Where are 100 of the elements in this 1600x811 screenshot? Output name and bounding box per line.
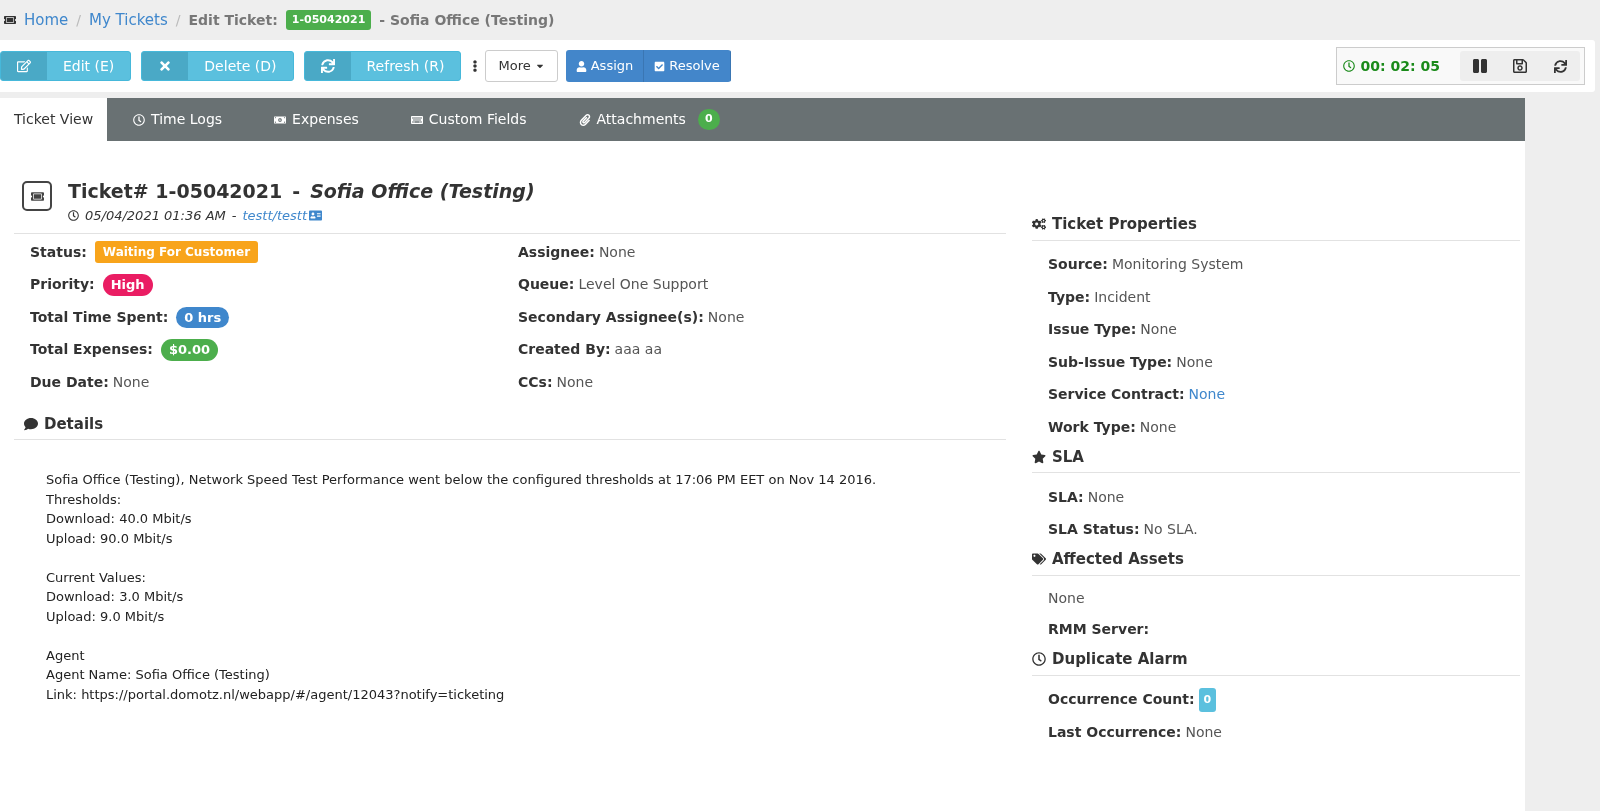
ticket-icon <box>4 14 16 26</box>
field-value: None <box>707 307 745 327</box>
star-icon <box>1032 449 1046 464</box>
ticket-title: Ticket# 1-05042021 <box>68 179 283 204</box>
field-label: Queue: <box>518 275 575 295</box>
property-value: None <box>1087 487 1125 507</box>
ticket-icon <box>22 181 52 211</box>
refresh-icon <box>1553 59 1567 73</box>
title-separator: - <box>292 179 301 204</box>
count-badge: 0 <box>697 109 720 130</box>
field-label: Secondary Assignee(s): <box>518 307 704 327</box>
contact-card-icon[interactable] <box>309 208 322 222</box>
tab[interactable]: Expenses <box>248 98 385 141</box>
detail-line: Upload: 9.0 Mbit/s <box>46 607 165 626</box>
property-label: Sub-Issue Type: <box>1048 352 1173 372</box>
property-value: None <box>1185 722 1222 742</box>
toolbar-button[interactable]: Refresh (R) <box>303 51 462 81</box>
breadcrumb-separator: / <box>175 10 181 30</box>
field-value: None <box>598 242 636 262</box>
user-icon <box>575 60 587 72</box>
detail-line: Upload: 90.0 Mbit/s <box>46 529 173 548</box>
property-value: Incident <box>1094 287 1151 307</box>
close-icon <box>158 59 173 73</box>
clock-icon <box>1032 652 1046 667</box>
property-value: Monitoring System <box>1111 255 1244 275</box>
property-label: Type: <box>1048 287 1091 307</box>
tab[interactable]: Custom Fields <box>384 98 553 141</box>
section-title: Ticket Properties <box>1052 214 1197 235</box>
section-title: Affected Assets <box>1052 549 1184 570</box>
field-value: aaa aa <box>614 340 662 360</box>
more-dropdown-button[interactable]: More <box>485 50 558 82</box>
breadcrumb-link[interactable]: My Tickets <box>89 8 168 32</box>
property-label: SLA: <box>1048 487 1084 507</box>
property-label: Last Occurrence: <box>1048 722 1182 742</box>
date-separator: - <box>231 206 237 225</box>
banknote-icon <box>274 113 287 126</box>
field-value: Level One Support <box>578 275 709 295</box>
property-value: None <box>1176 352 1213 372</box>
property-value: None <box>1139 417 1177 437</box>
section-title: Details <box>44 413 104 435</box>
property-label: RMM Server: <box>1048 620 1150 640</box>
detail-line: Thresholds: <box>46 490 122 509</box>
breadcrumb-ticket-title: - Sofia Office (Testing) <box>379 10 555 30</box>
pause-icon <box>1472 58 1488 74</box>
detail-line: Link: https://portal.domotz.nl/webapp/#/agent/12043?notify=ticketing <box>46 685 505 704</box>
property-label: Work Type: <box>1048 417 1136 437</box>
property-label: SLA Status: <box>1048 520 1140 540</box>
value-badge: High <box>102 274 153 296</box>
field-value: None <box>112 372 150 392</box>
section-title: Duplicate Alarm <box>1052 649 1188 670</box>
tab[interactable]: Attachments 0 <box>552 98 746 141</box>
detail-line: Agent <box>46 646 85 665</box>
action-button[interactable]: Assign <box>565 50 645 82</box>
breadcrumb-separator: / <box>76 10 81 30</box>
field-label: CCs: <box>518 372 553 392</box>
property-label: Occurrence Count: <box>1048 690 1195 710</box>
ticket-number-badge: 1-05042021 <box>285 9 372 31</box>
toolbar-button[interactable]: Edit (E) <box>0 51 132 81</box>
detail-line: Download: 40.0 Mbit/s <box>46 510 192 528</box>
section-title: SLA <box>1052 446 1084 468</box>
detail-line: Sofia Office (Testing), Network Speed Test Performance went below the configured thresholds at 17:06 PM EET on Nov 14 2016. <box>46 471 877 489</box>
status-badge: Waiting For Customer <box>94 241 259 264</box>
breadcrumb-current: Edit Ticket: <box>188 10 278 30</box>
ticket-subject: Sofia Office (Testing) <box>310 179 535 204</box>
field-label: Status: <box>30 242 87 262</box>
comment-icon <box>24 416 38 431</box>
clock-icon <box>1342 60 1355 72</box>
detail-line: Agent Name: Sofia Office (Testing) <box>46 666 270 684</box>
property-label: Service Contract: <box>1048 385 1185 405</box>
ticket-date: 05/04/2021 01:36 AM <box>85 206 226 225</box>
keyboard-icon <box>410 113 423 126</box>
clock-icon <box>68 209 79 221</box>
field-label: Total Time Spent: <box>30 307 169 327</box>
tab[interactable]: Time Logs <box>107 98 249 141</box>
field-label: Priority: <box>30 275 95 295</box>
tags-icon <box>1032 552 1046 567</box>
value-badge: 0 hrs <box>176 306 230 328</box>
paperclip-icon <box>578 113 591 126</box>
detail-line: Download: 3.0 Mbit/s <box>46 588 184 606</box>
field-label: Created By: <box>518 340 611 360</box>
property-value: None <box>1140 320 1177 340</box>
timer-display: 00: 02: 05 <box>1360 56 1440 76</box>
toolbar-button[interactable]: Delete (D) <box>141 51 294 81</box>
field-label: Due Date: <box>30 372 109 392</box>
checkbox-icon <box>654 60 666 72</box>
value-badge: $0.00 <box>160 339 219 361</box>
save-icon <box>1512 58 1528 74</box>
action-button[interactable]: Resolve <box>644 50 731 82</box>
gears-icon <box>1032 217 1046 232</box>
asset-value: None <box>1048 589 1085 608</box>
tab[interactable]: Ticket View <box>0 98 108 141</box>
field-label: Assignee: <box>518 242 595 262</box>
property-value: No SLA. <box>1143 520 1198 540</box>
count-badge: 0 <box>1198 687 1217 712</box>
property-label: Issue Type: <box>1048 320 1137 340</box>
clock-icon <box>133 113 146 126</box>
author-link[interactable]: testt/testt <box>242 205 307 225</box>
breadcrumb-link[interactable]: Home <box>24 8 69 32</box>
service-contract-link[interactable]: None <box>1188 384 1226 406</box>
detail-line: Current Values: <box>46 568 146 587</box>
